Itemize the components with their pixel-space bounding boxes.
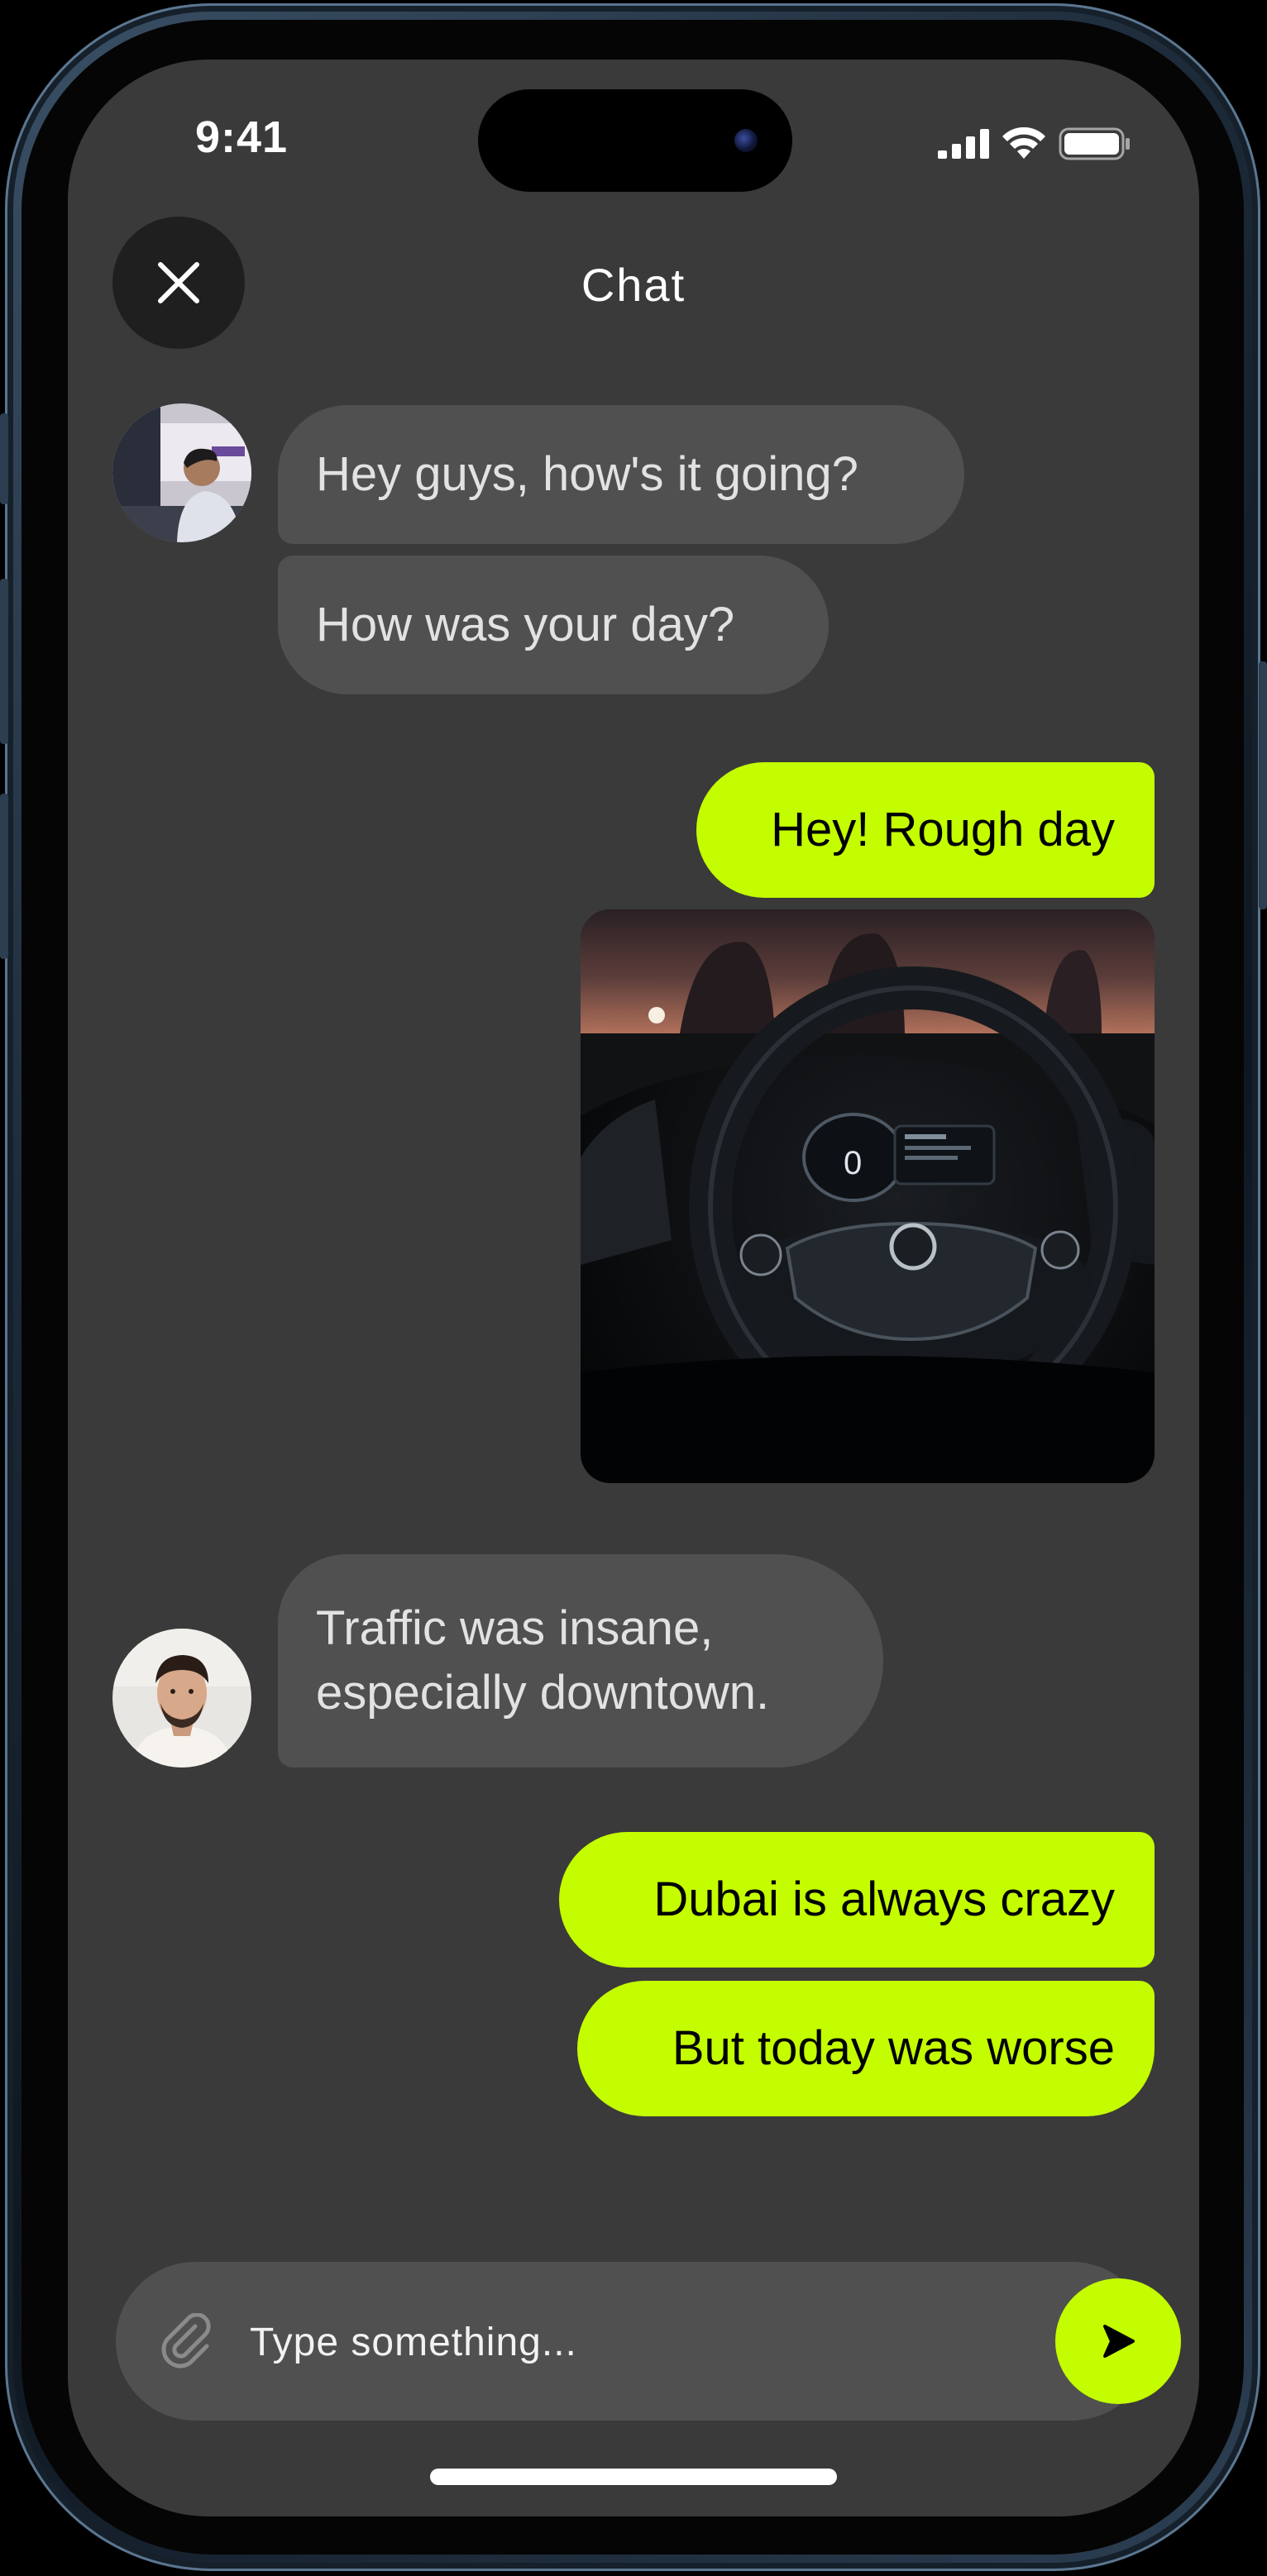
message-text: Dubai is always crazy	[653, 1872, 1115, 1926]
message-text: Hey! Rough day	[771, 803, 1115, 856]
avatar[interactable]	[112, 1629, 251, 1767]
home-indicator[interactable]	[430, 2469, 837, 2485]
power-button	[1259, 661, 1267, 909]
status-icons	[938, 127, 1131, 160]
page-title: Chat	[581, 259, 686, 311]
status-time: 9:41	[195, 112, 289, 162]
message-bubble-outgoing[interactable]: Hey! Rough day	[696, 762, 1155, 898]
message-text-line: Traffic was insane,	[316, 1601, 714, 1655]
volume-up-button	[0, 579, 8, 744]
message-bubble-outgoing[interactable]: Dubai is always crazy	[559, 1832, 1155, 1968]
front-camera	[734, 129, 758, 152]
message-text: Traffic was insane, especially downtown.	[316, 1596, 769, 1725]
message-bubble-incoming[interactable]: How was your day?	[278, 556, 829, 694]
message-composer	[116, 2262, 1181, 2421]
avatar-man-portrait	[112, 1629, 251, 1767]
send-arrow-icon	[1103, 2325, 1135, 2358]
attach-button[interactable]	[159, 2312, 215, 2369]
message-bubble-incoming[interactable]: Hey guys, how's it going?	[278, 405, 964, 544]
svg-text:0: 0	[844, 1145, 862, 1181]
avatar[interactable]	[112, 403, 251, 542]
chat-screen: 9:41 Chat Hey guys, how's it going? How …	[68, 60, 1199, 2516]
message-bubble-outgoing[interactable]: But today was worse	[577, 1981, 1155, 2116]
message-input[interactable]	[248, 2308, 896, 2376]
message-bubble-incoming[interactable]: Traffic was insane, especially downtown.	[278, 1554, 883, 1767]
avatar-man-in-car	[112, 403, 251, 542]
battery-icon	[1059, 127, 1130, 160]
paperclip-icon	[161, 2312, 211, 2368]
message-text-line: especially downtown.	[316, 1666, 770, 1720]
car-steering-wheel-photo: 0	[581, 909, 1155, 1483]
dynamic-island	[478, 89, 792, 192]
volume-down-button	[0, 794, 8, 959]
wifi-icon	[1002, 127, 1045, 159]
message-text: Hey guys, how's it going?	[316, 447, 858, 501]
message-photo[interactable]: 0	[581, 909, 1155, 1483]
cellular-signal-icon	[938, 129, 989, 159]
message-text: How was your day?	[316, 598, 735, 651]
message-text: But today was worse	[672, 2021, 1115, 2075]
silent-switch	[0, 413, 8, 504]
send-button[interactable]	[1055, 2278, 1181, 2404]
